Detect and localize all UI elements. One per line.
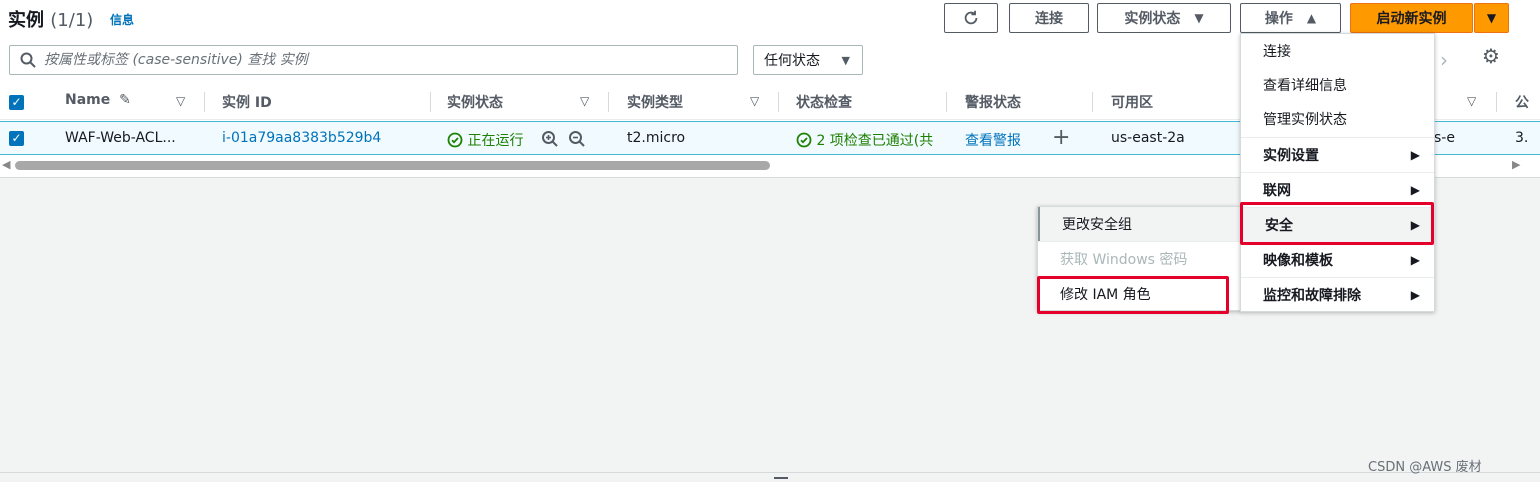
state-filter-select[interactable]: 任何状态 ▼ (753, 45, 863, 75)
instance-state-text: 正在运行 (467, 133, 524, 149)
cell-status-check: 2 项检查已通过(共 (796, 130, 933, 150)
page-title-text: 实例 (8, 10, 44, 31)
scrollbar-thumb[interactable] (15, 161, 770, 170)
actions-menu: 连接 查看详细信息 管理实例状态 实例设置 ▶ 联网 ▶ 安全 ▶ 映像和模板 … (1240, 33, 1435, 312)
column-header-instance-id[interactable]: 实例 ID (222, 92, 272, 112)
status-check-text: 2 项检查已通过(共 (816, 133, 934, 149)
menu-item-monitor-troubleshoot[interactable]: 监控和故障排除 ▶ (1241, 278, 1434, 312)
column-header-availability-zone[interactable]: 可用区 (1111, 92, 1153, 112)
search-input[interactable] (42, 51, 702, 69)
launch-instance-label: 启动新实例 (1376, 11, 1447, 27)
column-divider (1092, 92, 1093, 112)
menu-item-view-details[interactable]: 查看详细信息 (1241, 68, 1434, 102)
actions-label: 操作 (1264, 11, 1293, 27)
search-icon (20, 52, 36, 68)
caret-right-icon: ▶ (1410, 288, 1420, 302)
watermark: CSDN @AWS 废材 (1368, 460, 1482, 475)
cell-instance-state: 正在运行 (447, 130, 523, 150)
info-link[interactable]: 信息 (110, 11, 134, 28)
state-filter-value: 任何状态 (764, 53, 820, 69)
column-divider (1496, 92, 1497, 112)
gear-icon[interactable]: ⚙ (1482, 44, 1500, 68)
menu-item-manage-state[interactable]: 管理实例状态 (1241, 102, 1434, 136)
menu-item-images-templates[interactable]: 映像和模板 ▶ (1241, 243, 1434, 277)
sort-icon[interactable]: ▽ (176, 94, 185, 108)
highlight-box-security (1240, 202, 1434, 245)
menu-item-instance-settings[interactable]: 实例设置 ▶ (1241, 138, 1434, 172)
edit-pencil-icon: ✎ (119, 92, 131, 108)
menu-item-connect[interactable]: 连接 (1241, 34, 1434, 68)
cell-ip-partial: 3. (1515, 130, 1529, 146)
connect-button[interactable]: 连接 (1009, 3, 1089, 33)
check-circle-icon (447, 132, 463, 148)
launch-options-dropdown[interactable]: ▼ (1474, 3, 1509, 33)
caret-down-icon: ▼ (841, 54, 850, 67)
instance-state-dropdown[interactable]: 实例状态 ▼ (1097, 3, 1231, 33)
row-checkbox[interactable]: ✓ (9, 131, 24, 146)
caret-right-icon: ▶ (1410, 148, 1420, 162)
caret-right-icon: ▶ (1410, 253, 1420, 267)
highlight-box-modify-iam-role (1037, 276, 1229, 314)
sort-icon[interactable]: ▽ (580, 94, 589, 108)
images-templates-label: 映像和模板 (1263, 253, 1333, 269)
zoom-out-icon[interactable] (568, 130, 586, 152)
add-alarm-icon[interactable]: + (1052, 125, 1070, 150)
scroll-left-icon[interactable]: ◀ (2, 158, 10, 171)
check-circle-icon (796, 132, 812, 148)
next-page-icon[interactable]: › (1440, 48, 1448, 72)
column-header-instance-state[interactable]: 实例状态 (447, 92, 503, 112)
page-title: 实例 (1/1) (8, 6, 93, 32)
view-alarms-link[interactable]: 查看警报 (965, 130, 1021, 150)
column-divider (608, 92, 609, 112)
cell-name: WAF-Web-ACL... (65, 130, 176, 146)
resize-handle-icon[interactable] (774, 477, 788, 479)
column-divider (430, 92, 431, 112)
actions-dropdown[interactable]: 操作 ▲ (1240, 3, 1341, 33)
instance-state-label: 实例状态 (1124, 11, 1181, 27)
instance-settings-label: 实例设置 (1263, 148, 1319, 164)
column-header-alarm-status[interactable]: 警报状态 (965, 92, 1021, 112)
instance-count: (1/1) (50, 10, 94, 31)
search-box[interactable] (9, 45, 738, 75)
monitor-troubleshoot-label: 监控和故障排除 (1263, 288, 1361, 304)
scroll-right-icon[interactable]: ▶ (1512, 158, 1520, 171)
sort-icon[interactable]: ▽ (1467, 94, 1476, 108)
select-all-checkbox[interactable]: ✓ (9, 95, 24, 110)
column-divider (778, 92, 779, 112)
column-divider (946, 92, 947, 112)
cell-instance-id-link[interactable]: i-01a79aa8383b529b4 (222, 130, 381, 146)
caret-up-icon: ▲ (1306, 11, 1317, 25)
launch-instance-button[interactable]: 启动新实例 (1350, 3, 1473, 33)
menu-item-change-security-groups[interactable]: 更改安全组 (1038, 207, 1240, 241)
sort-icon[interactable]: ▽ (750, 94, 759, 108)
cell-dns-partial: s-e (1434, 130, 1455, 146)
refresh-icon (964, 10, 978, 25)
zoom-in-icon[interactable] (541, 130, 559, 152)
cell-instance-type: t2.micro (627, 130, 686, 146)
cell-availability-zone: us-east-2a (1111, 130, 1185, 146)
caret-down-icon: ▼ (1486, 11, 1497, 25)
column-header-name[interactable]: Name ✎ (65, 92, 131, 108)
column-header-public-partial[interactable]: 公 (1515, 92, 1529, 112)
split-divider (0, 472, 1540, 473)
networking-label: 联网 (1263, 183, 1291, 199)
column-header-status-check[interactable]: 状态检查 (796, 92, 852, 112)
column-header-instance-type[interactable]: 实例类型 (627, 92, 683, 112)
connect-button-label: 连接 (1035, 11, 1063, 27)
column-divider (204, 92, 205, 112)
caret-down-icon: ▼ (1194, 11, 1204, 25)
menu-item-get-windows-password: 获取 Windows 密码 (1060, 252, 1188, 268)
refresh-button[interactable] (944, 3, 998, 33)
column-name-label: Name (65, 92, 111, 108)
caret-right-icon: ▶ (1410, 183, 1420, 197)
